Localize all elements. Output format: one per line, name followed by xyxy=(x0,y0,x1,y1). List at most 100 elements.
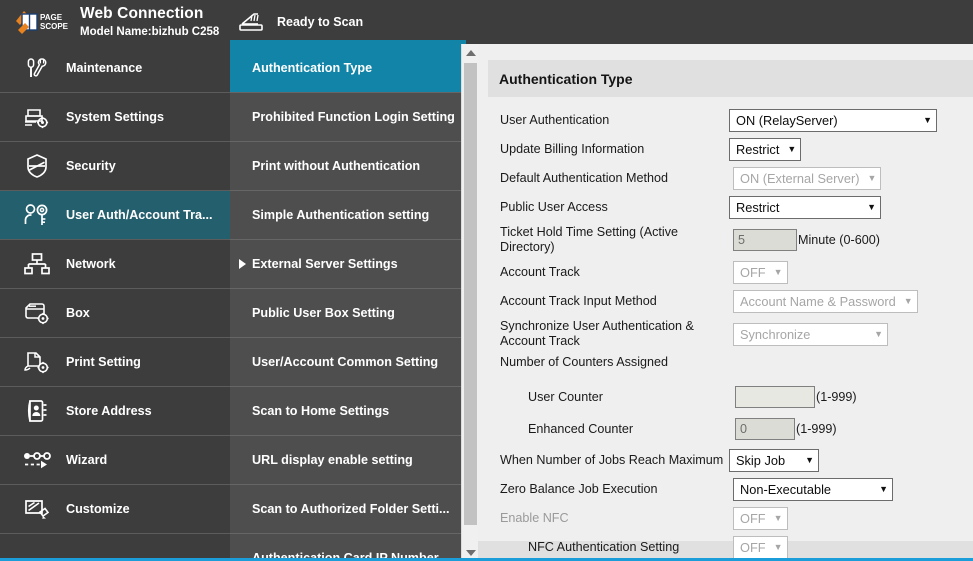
synchronize-user-auth-select: Synchronize ▼ xyxy=(733,323,888,346)
control-account-track: OFF ▼ xyxy=(733,261,788,284)
app-header: PAGE SCOPE Web Connection Model Name:biz… xyxy=(0,0,973,44)
row-synchronize-user-auth: Synchronize User Authentication & Accoun… xyxy=(478,316,973,352)
label-user-counter: User Counter xyxy=(528,390,603,405)
submenu-item-authentication-card-ip-number[interactable]: Authentication Card IP Number... xyxy=(230,534,466,561)
sidebar-item-store-address[interactable]: Store Address xyxy=(0,387,230,436)
account-track-select: OFF ▼ xyxy=(733,261,788,284)
row-enable-nfc: Enable NFC OFF ▼ xyxy=(478,504,973,533)
submenu-item-label: Scan to Home Settings xyxy=(252,404,389,418)
user-counter-input[interactable] xyxy=(735,386,815,408)
chevron-down-icon: ▼ xyxy=(766,268,783,277)
update-billing-information-select[interactable]: Restrict ▼ xyxy=(729,138,801,161)
when-jobs-reach-maximum-select[interactable]: Skip Job ▼ xyxy=(729,449,819,472)
svg-text:PAGE: PAGE xyxy=(40,13,63,22)
default-authentication-method-value: ON (External Server) xyxy=(740,171,859,186)
chevron-down-icon: ▼ xyxy=(859,203,876,212)
sidebar-item-print-setting[interactable]: Print Setting xyxy=(0,338,230,387)
sidebar-item-user-auth-account-track[interactable]: User Auth/Account Tra... xyxy=(0,191,230,240)
label-synchronize-user-auth: Synchronize User Authentication & Accoun… xyxy=(500,319,732,349)
user-key-icon xyxy=(20,200,54,230)
printer-gear-icon xyxy=(20,102,54,132)
row-number-of-counters-assigned: Number of Counters Assigned xyxy=(478,352,973,381)
shield-icon xyxy=(20,151,54,181)
control-user-counter: (1-999) xyxy=(735,386,857,408)
sidebar-item-customize[interactable]: Customize xyxy=(0,485,230,534)
ticket-hold-time-input[interactable]: 5 xyxy=(733,229,797,251)
device-status: Ready to Scan xyxy=(238,0,363,44)
sidebar-item-label: Print Setting xyxy=(66,355,141,369)
submenu-item-prohibited-function-login-setting[interactable]: Prohibited Function Login Setting xyxy=(230,93,466,142)
sidebar-item-wizard[interactable]: Wizard xyxy=(0,436,230,485)
chevron-up-icon xyxy=(466,50,476,56)
sidebar-item-maintenance[interactable]: Maintenance xyxy=(0,44,230,93)
submenu-item-user-account-common-setting[interactable]: User/Account Common Setting xyxy=(230,338,466,387)
row-default-authentication-method: Default Authentication Method ON (Extern… xyxy=(478,164,973,193)
row-public-user-access: Public User Access Restrict ▼ xyxy=(478,193,973,222)
public-user-access-select[interactable]: Restrict ▼ xyxy=(729,196,881,219)
control-enhanced-counter: 0 (1-999) xyxy=(735,418,837,440)
main-content-panel: Authentication Type User Authentication … xyxy=(478,44,973,561)
submenu-item-label: Authentication Type xyxy=(252,61,372,75)
sidebar-item-label: Box xyxy=(66,306,90,320)
account-track-input-method-value: Account Name & Password xyxy=(740,294,896,309)
chevron-down-icon: ▼ xyxy=(779,145,796,154)
chevron-down-icon: ▼ xyxy=(766,543,783,552)
chevron-down-icon: ▼ xyxy=(896,297,913,306)
row-user-authentication: User Authentication ON (RelayServer) ▼ xyxy=(478,106,973,135)
chevron-down-icon: ▼ xyxy=(915,116,932,125)
user-authentication-select[interactable]: ON (RelayServer) ▼ xyxy=(729,109,937,132)
header-filler xyxy=(466,0,973,44)
sidebar-item-box[interactable]: Box xyxy=(0,289,230,338)
submenu-item-public-user-box-setting[interactable]: Public User Box Setting xyxy=(230,289,466,338)
control-ticket-hold-time: 5 Minute (0-600) xyxy=(733,229,880,251)
scrollbar-thumb[interactable] xyxy=(464,63,477,525)
caret-right-icon xyxy=(239,259,246,269)
scroll-up-button[interactable] xyxy=(462,44,479,61)
submenu-item-external-server-settings[interactable]: External Server Settings xyxy=(230,240,466,289)
row-account-track: Account Track OFF ▼ xyxy=(478,258,973,287)
account-track-input-method-select: Account Name & Password ▼ xyxy=(733,290,918,313)
sidebar-item-label: Wizard xyxy=(66,453,107,467)
sidebar-item-security[interactable]: Security xyxy=(0,142,230,191)
chevron-down-icon: ▼ xyxy=(859,174,876,183)
label-ticket-hold-time: Ticket Hold Time Setting (Active Directo… xyxy=(500,225,725,255)
submenu-item-authentication-type[interactable]: Authentication Type xyxy=(230,44,466,93)
settings-form: User Authentication ON (RelayServer) ▼ U… xyxy=(478,106,973,561)
submenu-item-label: Simple Authentication setting xyxy=(252,208,429,222)
sidebar-item-label: System Settings xyxy=(66,110,164,124)
zero-balance-job-execution-value: Non-Executable xyxy=(740,482,831,497)
submenu-item-simple-authentication-setting[interactable]: Simple Authentication setting xyxy=(230,191,466,240)
sidebar-item-system-settings[interactable]: System Settings xyxy=(0,93,230,142)
primary-sidebar: Maintenance xyxy=(0,44,230,561)
control-synchronize-user-auth: Synchronize ▼ xyxy=(733,323,888,346)
zero-balance-job-execution-select[interactable]: Non-Executable ▼ xyxy=(733,478,893,501)
secondary-menu: Authentication Type Prohibited Function … xyxy=(230,44,466,561)
submenu-item-url-display-enable-setting[interactable]: URL display enable setting xyxy=(230,436,466,485)
box-gear-icon xyxy=(20,298,54,328)
label-enhanced-counter: Enhanced Counter xyxy=(528,422,633,437)
control-public-user-access: Restrict ▼ xyxy=(729,196,881,219)
row-ticket-hold-time: Ticket Hold Time Setting (Active Directo… xyxy=(478,222,973,258)
synchronize-user-auth-value: Synchronize xyxy=(740,327,810,342)
submenu-item-scan-to-authorized-folder-setting[interactable]: Scan to Authorized Folder Setti... xyxy=(230,485,466,534)
ticket-hold-time-unit: Minute (0-600) xyxy=(798,233,880,247)
sidebar-bottom-fill xyxy=(0,542,230,558)
sidebar-item-network[interactable]: Network xyxy=(0,240,230,289)
public-user-access-value: Restrict xyxy=(736,200,779,215)
submenu-item-scan-to-home-settings[interactable]: Scan to Home Settings xyxy=(230,387,466,436)
chevron-down-icon: ▼ xyxy=(871,485,888,494)
chevron-down-icon: ▼ xyxy=(766,514,783,523)
row-nfc-authentication-setting: NFC Authentication Setting OFF ▼ xyxy=(478,533,973,561)
print-gear-icon xyxy=(20,347,54,377)
label-account-track: Account Track xyxy=(500,265,580,280)
network-nodes-icon xyxy=(20,249,54,279)
submenu-item-label: Print without Authentication xyxy=(252,159,420,173)
submenu-item-print-without-authentication[interactable]: Print without Authentication xyxy=(230,142,466,191)
menu-scrollbar[interactable] xyxy=(461,44,478,561)
enhanced-counter-input[interactable]: 0 xyxy=(735,418,795,440)
label-nfc-authentication-setting: NFC Authentication Setting xyxy=(528,540,679,555)
enhanced-counter-unit: (1-999) xyxy=(796,422,837,436)
control-user-authentication: ON (RelayServer) ▼ xyxy=(729,109,937,132)
submenu-item-label: Scan to Authorized Folder Setti... xyxy=(252,502,450,516)
row-account-track-input-method: Account Track Input Method Account Name … xyxy=(478,287,973,316)
